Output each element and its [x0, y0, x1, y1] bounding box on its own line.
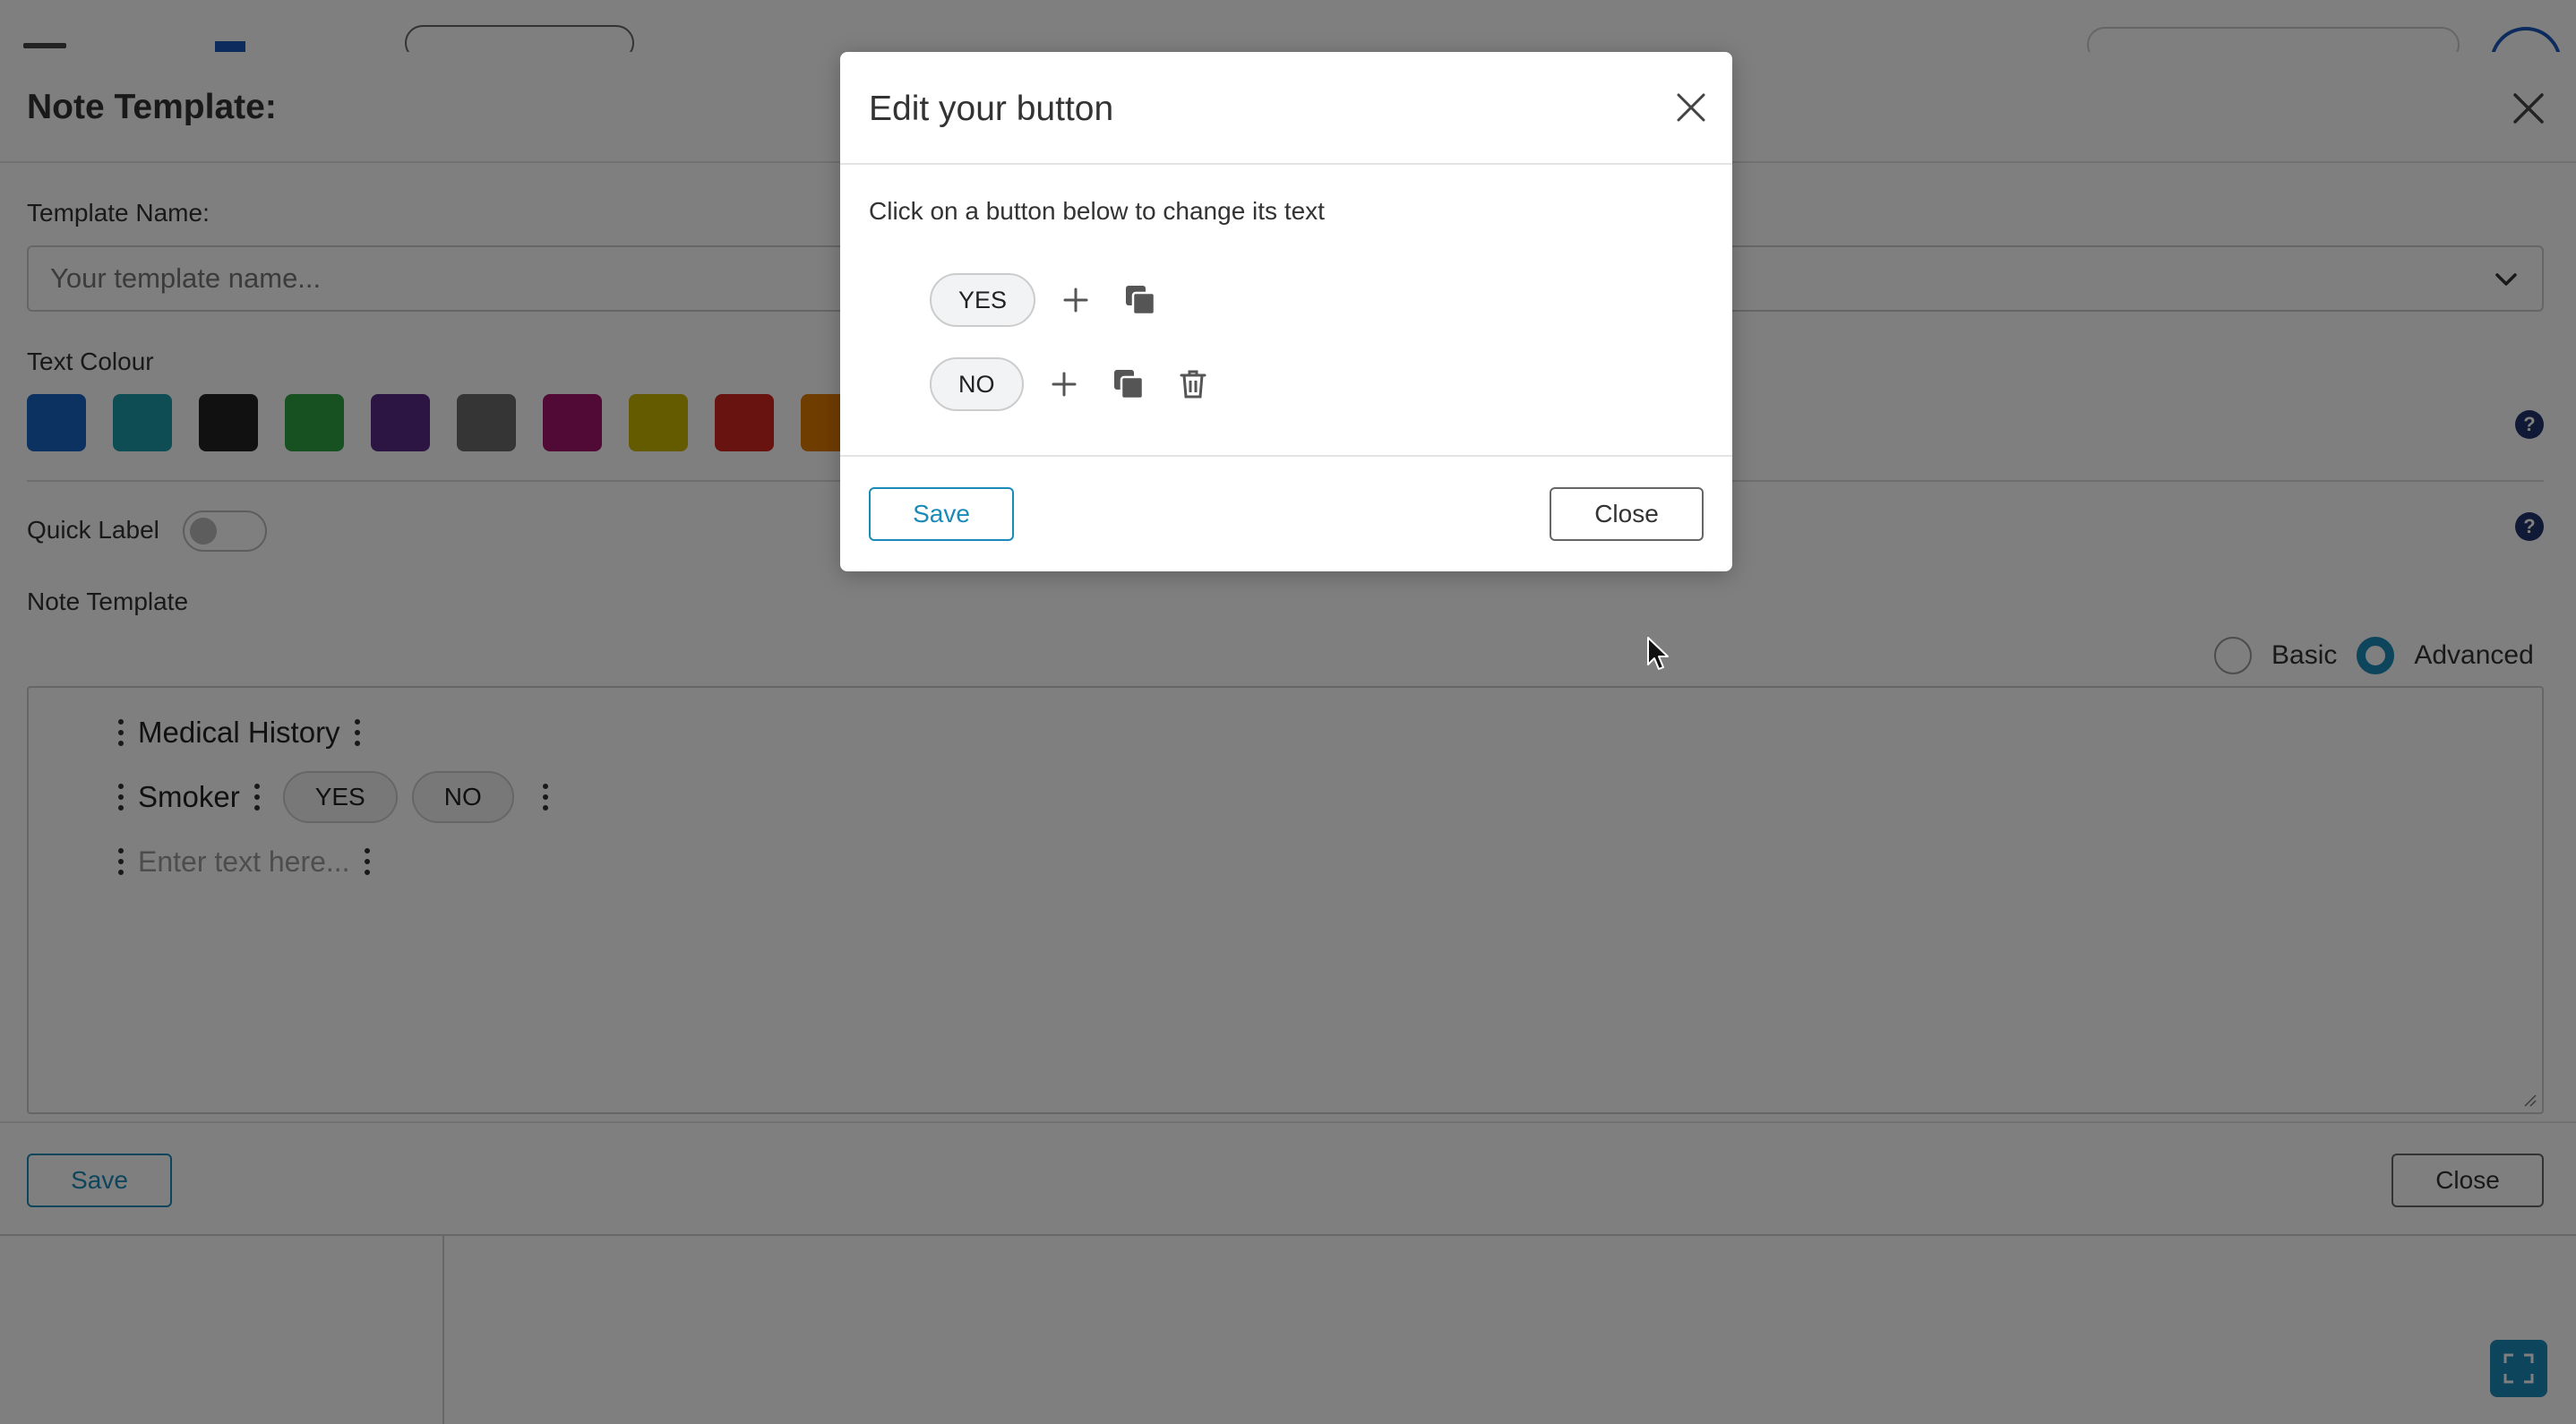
modal-save-button[interactable]: Save [869, 487, 1014, 541]
copy-icon [1113, 370, 1144, 400]
modal-button-row: YES [930, 272, 1184, 328]
trash-icon [1180, 370, 1206, 399]
modal-button-yes[interactable]: YES [930, 273, 1036, 327]
plus-icon [1052, 372, 1076, 397]
edit-button-modal: Edit your button Click on a button below… [840, 52, 1732, 571]
modal-header: Edit your button [840, 52, 1732, 165]
mouse-cursor-icon [1647, 637, 1669, 670]
plus-icon [1063, 287, 1088, 313]
delete-button[interactable] [1172, 364, 1214, 405]
modal-button-row: NO [930, 356, 1237, 412]
add-button[interactable] [1055, 279, 1096, 321]
modal-title: Edit your button [869, 90, 1114, 128]
copy-icon [1126, 286, 1156, 316]
modal-description: Click on a button below to change its te… [869, 197, 1325, 225]
duplicate-button[interactable] [1108, 364, 1149, 405]
modal-close-button[interactable] [1673, 90, 1709, 125]
duplicate-button[interactable] [1120, 279, 1161, 321]
close-icon [1677, 93, 1705, 122]
modal-close-text-button[interactable]: Close [1550, 487, 1704, 541]
modal-button-no[interactable]: NO [930, 357, 1024, 411]
modal-footer-divider [840, 455, 1732, 457]
add-button[interactable] [1043, 364, 1085, 405]
